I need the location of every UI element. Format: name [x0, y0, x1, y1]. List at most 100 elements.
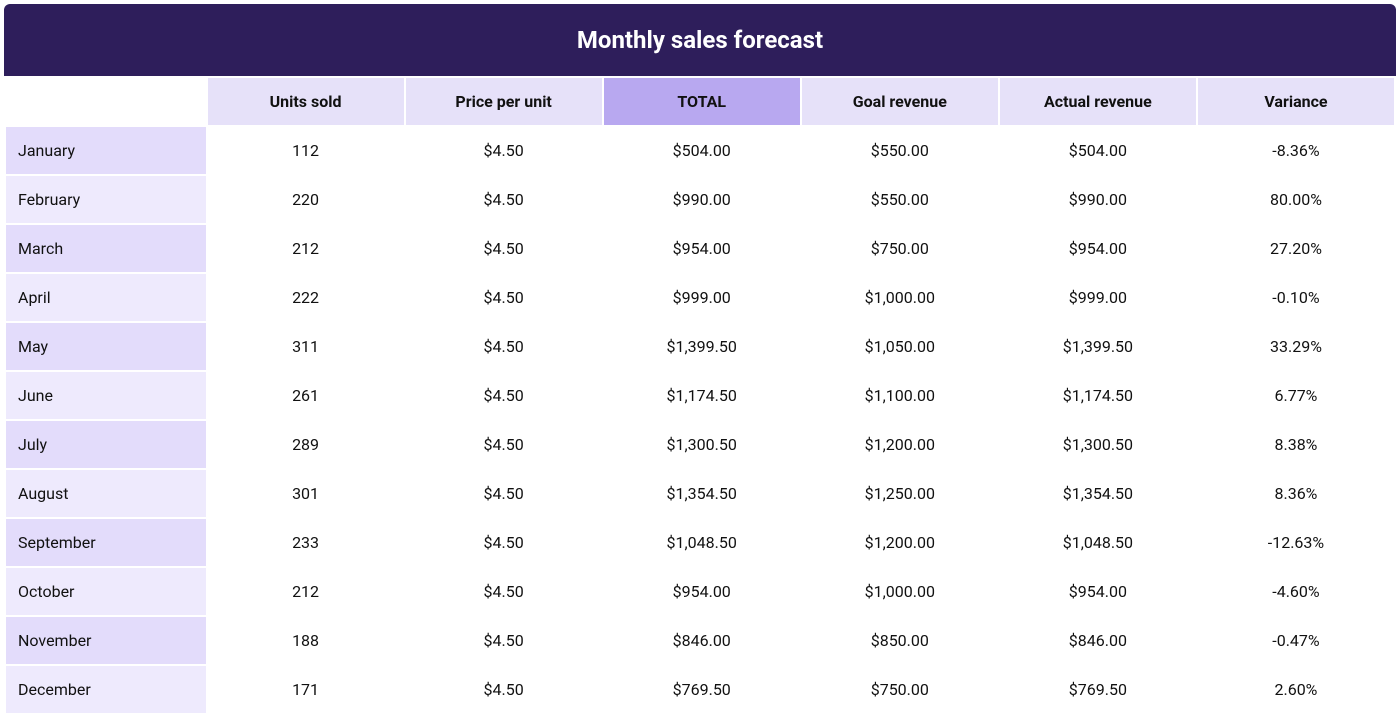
cell-goal-revenue: $550.00 [802, 127, 998, 174]
cell-actual-revenue: $846.00 [1000, 617, 1196, 664]
cell-goal-revenue: $750.00 [802, 225, 998, 272]
cell-goal-revenue: $1,200.00 [802, 421, 998, 468]
cell-month: May [6, 323, 206, 370]
cell-price-per-unit: $4.50 [406, 323, 602, 370]
cell-actual-revenue: $1,300.50 [1000, 421, 1196, 468]
table-header-row: Units sold Price per unit TOTAL Goal rev… [6, 78, 1394, 125]
cell-variance: -4.60% [1198, 568, 1394, 615]
cell-actual-revenue: $999.00 [1000, 274, 1196, 321]
table-row: February220$4.50$990.00$550.00$990.0080.… [6, 176, 1394, 223]
header-total: TOTAL [604, 78, 800, 125]
cell-month: June [6, 372, 206, 419]
cell-goal-revenue: $750.00 [802, 666, 998, 713]
cell-total: $954.00 [604, 225, 800, 272]
cell-actual-revenue: $1,174.50 [1000, 372, 1196, 419]
cell-actual-revenue: $954.00 [1000, 225, 1196, 272]
cell-variance: 2.60% [1198, 666, 1394, 713]
cell-actual-revenue: $990.00 [1000, 176, 1196, 223]
cell-goal-revenue: $550.00 [802, 176, 998, 223]
cell-price-per-unit: $4.50 [406, 176, 602, 223]
cell-units-sold: 188 [208, 617, 404, 664]
cell-units-sold: 222 [208, 274, 404, 321]
cell-goal-revenue: $1,100.00 [802, 372, 998, 419]
cell-month: November [6, 617, 206, 664]
table-row: May311$4.50$1,399.50$1,050.00$1,399.5033… [6, 323, 1394, 370]
cell-units-sold: 220 [208, 176, 404, 223]
cell-month: January [6, 127, 206, 174]
cell-variance: 33.29% [1198, 323, 1394, 370]
table-row: March212$4.50$954.00$750.00$954.0027.20% [6, 225, 1394, 272]
cell-total: $990.00 [604, 176, 800, 223]
table-row: August301$4.50$1,354.50$1,250.00$1,354.5… [6, 470, 1394, 517]
cell-price-per-unit: $4.50 [406, 421, 602, 468]
cell-total: $1,354.50 [604, 470, 800, 517]
cell-price-per-unit: $4.50 [406, 372, 602, 419]
cell-variance: 8.38% [1198, 421, 1394, 468]
table-row: October212$4.50$954.00$1,000.00$954.00-4… [6, 568, 1394, 615]
cell-goal-revenue: $850.00 [802, 617, 998, 664]
cell-price-per-unit: $4.50 [406, 617, 602, 664]
cell-actual-revenue: $504.00 [1000, 127, 1196, 174]
cell-units-sold: 212 [208, 225, 404, 272]
page-title: Monthly sales forecast [4, 4, 1396, 76]
cell-month: September [6, 519, 206, 566]
cell-price-per-unit: $4.50 [406, 519, 602, 566]
cell-goal-revenue: $1,000.00 [802, 568, 998, 615]
cell-price-per-unit: $4.50 [406, 127, 602, 174]
cell-units-sold: 301 [208, 470, 404, 517]
cell-month: July [6, 421, 206, 468]
cell-total: $504.00 [604, 127, 800, 174]
cell-total: $846.00 [604, 617, 800, 664]
table-row: September233$4.50$1,048.50$1,200.00$1,04… [6, 519, 1394, 566]
cell-price-per-unit: $4.50 [406, 225, 602, 272]
table-row: November188$4.50$846.00$850.00$846.00-0.… [6, 617, 1394, 664]
cell-units-sold: 311 [208, 323, 404, 370]
cell-goal-revenue: $1,000.00 [802, 274, 998, 321]
sales-forecast-table: Units sold Price per unit TOTAL Goal rev… [4, 76, 1396, 715]
cell-month: December [6, 666, 206, 713]
cell-total: $1,300.50 [604, 421, 800, 468]
cell-variance: 27.20% [1198, 225, 1394, 272]
cell-units-sold: 112 [208, 127, 404, 174]
header-blank [6, 78, 206, 125]
cell-month: February [6, 176, 206, 223]
table-row: December171$4.50$769.50$750.00$769.502.6… [6, 666, 1394, 713]
cell-variance: -0.10% [1198, 274, 1394, 321]
cell-actual-revenue: $769.50 [1000, 666, 1196, 713]
cell-variance: -12.63% [1198, 519, 1394, 566]
cell-month: April [6, 274, 206, 321]
cell-units-sold: 261 [208, 372, 404, 419]
header-variance: Variance [1198, 78, 1394, 125]
cell-variance: 80.00% [1198, 176, 1394, 223]
cell-units-sold: 289 [208, 421, 404, 468]
cell-variance: 6.77% [1198, 372, 1394, 419]
header-actual-revenue: Actual revenue [1000, 78, 1196, 125]
cell-price-per-unit: $4.50 [406, 470, 602, 517]
cell-total: $1,399.50 [604, 323, 800, 370]
cell-price-per-unit: $4.50 [406, 568, 602, 615]
cell-units-sold: 233 [208, 519, 404, 566]
cell-total: $1,174.50 [604, 372, 800, 419]
cell-units-sold: 171 [208, 666, 404, 713]
cell-goal-revenue: $1,200.00 [802, 519, 998, 566]
cell-goal-revenue: $1,050.00 [802, 323, 998, 370]
cell-total: $954.00 [604, 568, 800, 615]
header-goal-revenue: Goal revenue [802, 78, 998, 125]
cell-month: October [6, 568, 206, 615]
cell-total: $769.50 [604, 666, 800, 713]
cell-variance: -8.36% [1198, 127, 1394, 174]
table-row: June261$4.50$1,174.50$1,100.00$1,174.506… [6, 372, 1394, 419]
table-row: April222$4.50$999.00$1,000.00$999.00-0.1… [6, 274, 1394, 321]
cell-total: $999.00 [604, 274, 800, 321]
cell-actual-revenue: $954.00 [1000, 568, 1196, 615]
cell-variance: 8.36% [1198, 470, 1394, 517]
cell-month: March [6, 225, 206, 272]
header-price-per-unit: Price per unit [406, 78, 602, 125]
table-row: July289$4.50$1,300.50$1,200.00$1,300.508… [6, 421, 1394, 468]
cell-actual-revenue: $1,399.50 [1000, 323, 1196, 370]
cell-actual-revenue: $1,354.50 [1000, 470, 1196, 517]
table-row: January112$4.50$504.00$550.00$504.00-8.3… [6, 127, 1394, 174]
cell-goal-revenue: $1,250.00 [802, 470, 998, 517]
cell-total: $1,048.50 [604, 519, 800, 566]
header-units-sold: Units sold [208, 78, 404, 125]
